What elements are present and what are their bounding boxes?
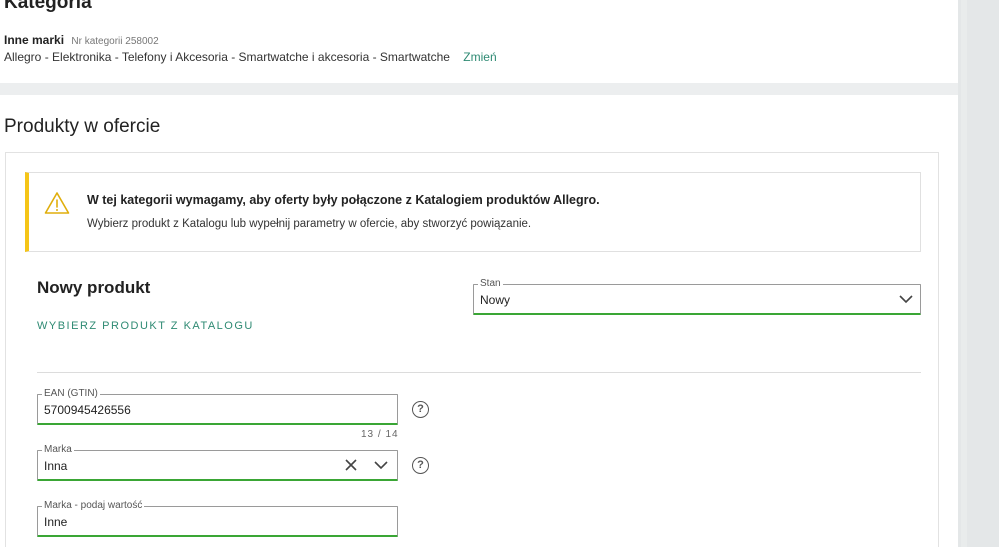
- category-path-line: Allegro - Elektronika - Telefony i Akces…: [4, 50, 497, 64]
- category-brand: Inne marki: [4, 33, 65, 47]
- brand-custom-label: Marka - podaj wartość: [42, 500, 145, 512]
- products-card: Produkty w ofercie W tej kategorii wymag…: [0, 95, 958, 547]
- brand-custom-value[interactable]: Inne: [44, 515, 67, 529]
- choose-from-catalog-link[interactable]: WYBIERZ PRODUKT Z KATALOGU: [37, 320, 254, 332]
- ean-field[interactable]: EAN (GTIN) 5700945426556: [37, 388, 398, 425]
- clear-icon[interactable]: [344, 458, 358, 472]
- change-category-link[interactable]: Zmień: [463, 50, 496, 64]
- condition-select[interactable]: Stan Nowy: [473, 278, 921, 315]
- new-product-heading: Nowy produkt: [37, 278, 151, 297]
- category-path: Allegro - Elektronika - Telefony i Akces…: [4, 50, 450, 64]
- alert-title: W tej kategorii wymagamy, aby oferty był…: [87, 193, 600, 207]
- brand-label: Marka: [42, 444, 74, 456]
- brand-select[interactable]: Marka Inna: [37, 444, 398, 481]
- section-divider: [37, 372, 921, 373]
- chevron-down-icon[interactable]: [898, 293, 914, 305]
- brand-help-icon[interactable]: ?: [412, 457, 429, 474]
- catalog-alert: W tej kategorii wymagamy, aby oferty był…: [25, 172, 921, 252]
- warning-icon: [44, 192, 70, 214]
- scrollbar-track[interactable]: [958, 0, 999, 547]
- chevron-down-icon[interactable]: [373, 459, 389, 471]
- condition-label: Stan: [478, 278, 503, 290]
- products-heading: Produkty w ofercie: [4, 116, 161, 137]
- brand-value: Inna: [44, 459, 68, 473]
- category-brand-line: Inne marki Nr kategorii 258002: [4, 33, 159, 47]
- ean-label: EAN (GTIN): [42, 388, 100, 400]
- category-number: Nr kategorii 258002: [71, 36, 159, 47]
- alert-text: Wybierz produkt z Katalogu lub wypełnij …: [87, 218, 532, 230]
- condition-value: Nowy: [480, 293, 511, 307]
- product-box: W tej kategorii wymagamy, aby oferty był…: [5, 152, 939, 547]
- category-heading: Kategoria: [4, 0, 92, 13]
- ean-help-icon[interactable]: ?: [412, 401, 429, 418]
- scrollbar-thumb[interactable]: [961, 0, 967, 547]
- ean-char-counter: 13 / 14: [361, 429, 399, 440]
- brand-custom-field[interactable]: Marka - podaj wartość Inne: [37, 500, 398, 537]
- category-card: Kategoria Inne marki Nr kategorii 258002…: [0, 0, 958, 83]
- ean-value[interactable]: 5700945426556: [44, 403, 131, 417]
